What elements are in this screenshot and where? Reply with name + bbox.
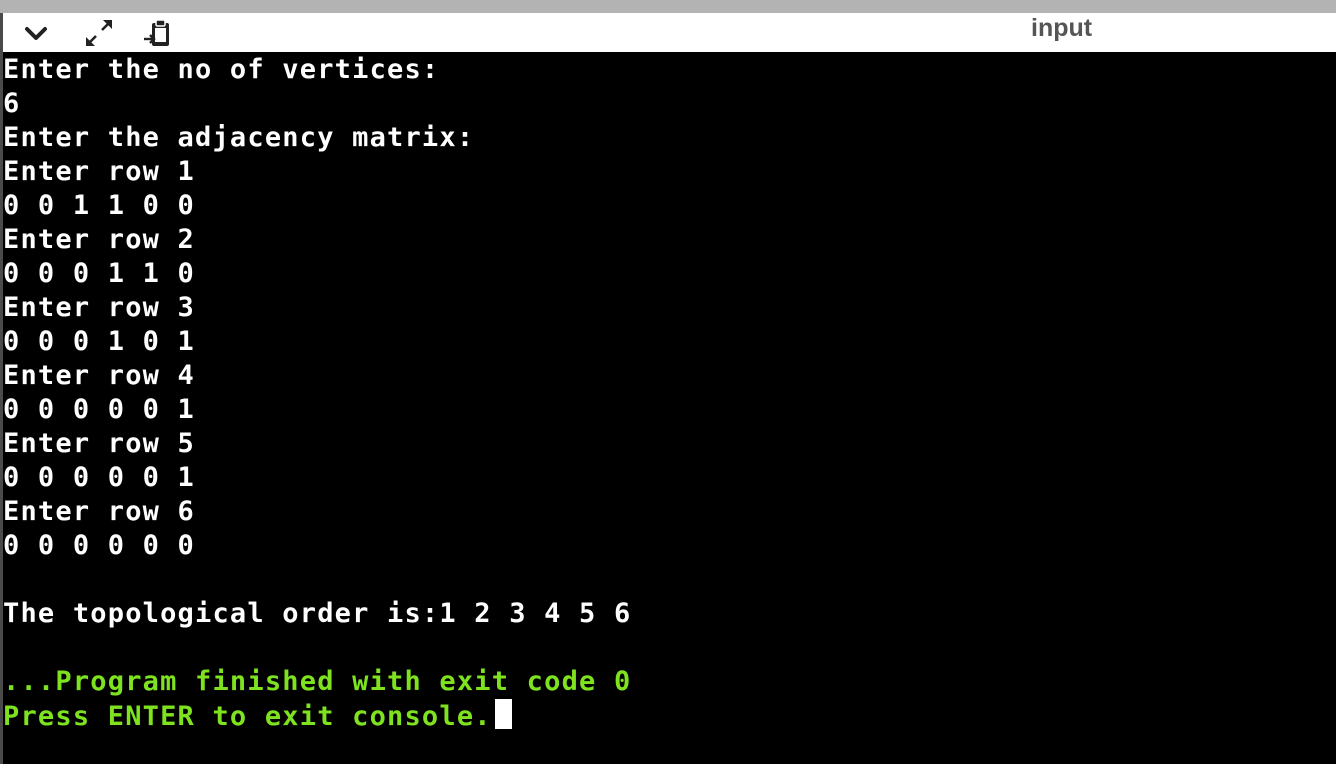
- console-line: Press ENTER to exit console.: [3, 699, 631, 733]
- console-line: Enter the adjacency matrix:: [3, 122, 475, 153]
- console-line: Enter the no of vertices:: [3, 54, 440, 85]
- chevron-down-icon: [25, 26, 47, 40]
- console-line: The topological order is:1 2 3 4 5 6: [3, 598, 632, 629]
- console-line: 0 0 0 0 0 1: [3, 462, 196, 493]
- clipboard-paste-icon: [144, 18, 169, 46]
- console-line: Enter row 6: [3, 496, 196, 527]
- console-output[interactable]: Enter the no of vertices: 6 Enter the adja…: [0, 52, 1336, 764]
- collapse-button[interactable]: [18, 13, 54, 52]
- console-line: 0 0 0 0 0 1: [3, 394, 196, 425]
- console-line: Enter row 1: [3, 156, 196, 187]
- expand-button[interactable]: [81, 13, 117, 52]
- console-lines: Enter the no of vertices: 6 Enter the adja…: [3, 53, 631, 733]
- console-title: input: [1031, 14, 1093, 42]
- console-line: Enter row 5: [3, 428, 196, 459]
- console-line: Enter row 4: [3, 360, 196, 391]
- console-line: 0 0 1 1 0 0: [3, 190, 196, 221]
- console-line: Enter row 3: [3, 292, 196, 323]
- console-toolbar: input: [0, 13, 1336, 52]
- console-line: 6: [3, 88, 21, 119]
- window-top-strip: [0, 0, 1336, 13]
- console-line: ...Program finished with exit code 0: [3, 666, 632, 697]
- console-line: 0 0 0 1 0 1: [3, 326, 196, 357]
- console-line: 0 0 0 1 1 0: [3, 258, 196, 289]
- text-cursor: [494, 699, 512, 729]
- paste-button[interactable]: [139, 13, 175, 52]
- expand-icon: [86, 19, 112, 46]
- console-line: Enter row 2: [3, 224, 196, 255]
- console-line: 0 0 0 0 0 0: [3, 530, 196, 561]
